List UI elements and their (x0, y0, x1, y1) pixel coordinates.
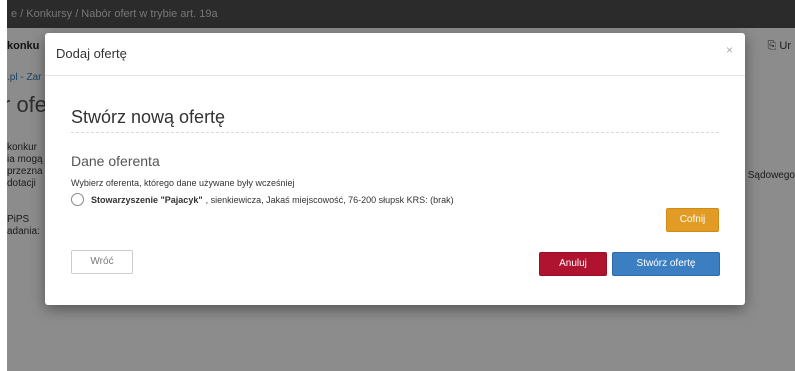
offeror-details: , sienkiewicza, Jakaś miejscowość, 76-20… (205, 194, 454, 205)
section-divider (71, 132, 719, 133)
cancel-button[interactable]: Anuluj (539, 252, 607, 276)
modal-header: Dodaj ofertę × (45, 33, 745, 76)
top-breadcrumb: e / Konkursy / Nabór ofert w trybie art.… (11, 8, 218, 20)
section-title: Stwórz nową ofertę (71, 107, 226, 127)
top-breadcrumb-bar: e / Konkursy / Nabór ofert w trybie art.… (7, 0, 795, 28)
offeror-hint: Wybierz oferenta, którego dane używane b… (71, 178, 295, 188)
close-icon[interactable]: × (726, 43, 733, 57)
offeror-radio[interactable] (71, 193, 84, 206)
back-button[interactable]: Wróć (71, 250, 133, 274)
offeror-option[interactable]: Stowarzyszenie "Pajacyk" , sienkiewicza,… (71, 193, 454, 206)
offeror-name: Stowarzyszenie "Pajacyk" (91, 194, 203, 205)
modal-title: Dodaj ofertę (56, 46, 127, 61)
subsection-title: Dane oferenta (71, 153, 160, 169)
undo-button[interactable]: Cofnij (666, 208, 719, 232)
create-offer-button[interactable]: Stwórz ofertę (612, 252, 720, 276)
add-offer-modal: Dodaj ofertę × Stwórz nową ofertę Dane o… (45, 33, 745, 305)
